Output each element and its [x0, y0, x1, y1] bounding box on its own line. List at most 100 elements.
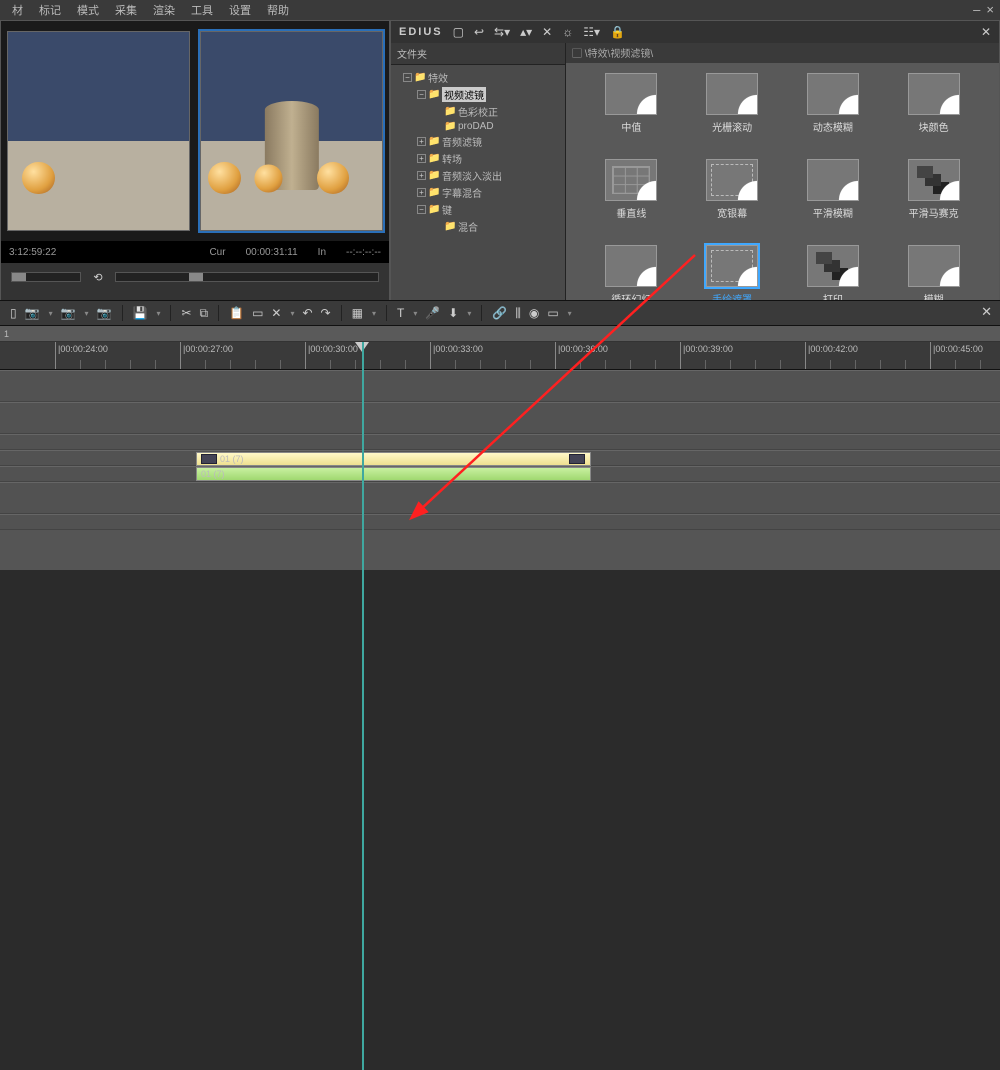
effect-name-label: 动态模糊: [813, 119, 853, 134]
effect-name-label: 中值: [621, 119, 641, 134]
panel-close-icon[interactable]: ✕: [981, 25, 991, 39]
ruler-label: |00:00:33:00: [433, 344, 483, 354]
timecode-bar: 3:12:59:22 Cur 00:00:31:11 In --:--:--:-…: [1, 241, 389, 263]
scrubber-b[interactable]: [115, 272, 379, 282]
mixer-icon[interactable]: ⫼: [515, 306, 521, 321]
timeline-toolbar: ▯ 📷▾ 📷▾ 📷 💾▾ ✂ ⧉ 📋 ▭ ✕▾ ↶ ↷ ▦▾ T▾ 🎤 ⬇▾ 🔗…: [0, 300, 1000, 326]
effect-thumb-icon: [605, 73, 657, 115]
effect-item-4[interactable]: S 垂直线: [584, 159, 679, 239]
menu-marker[interactable]: 标记: [31, 0, 69, 20]
effect-item-0[interactable]: 中值: [584, 73, 679, 153]
close-icon[interactable]: ×: [986, 2, 994, 17]
redo-icon[interactable]: ↷: [321, 306, 331, 320]
back-icon[interactable]: ↩: [474, 25, 484, 39]
effect-name-label: 垂直线: [616, 205, 646, 220]
cursor-label: Cur: [209, 247, 225, 258]
effect-item-7[interactable]: S 平滑马赛克: [886, 159, 981, 239]
cam2-icon[interactable]: 📷: [61, 306, 76, 320]
scope-icon[interactable]: ◉: [529, 306, 539, 320]
split-icon[interactable]: ✕: [271, 306, 281, 320]
render-icon[interactable]: ▦: [352, 306, 363, 320]
tree-subtitle-mix[interactable]: +📁字幕混合: [393, 184, 563, 201]
effect-thumb-icon: [706, 73, 758, 115]
cam1-icon[interactable]: 📷: [25, 306, 40, 320]
effect-item-6[interactable]: Hi 平滑模糊: [786, 159, 881, 239]
voice-icon[interactable]: 🎤: [425, 306, 440, 320]
cut-icon[interactable]: ✂: [181, 306, 191, 320]
save-icon[interactable]: 💾: [133, 306, 148, 320]
new-seq-icon[interactable]: ▯: [10, 306, 17, 320]
sequence-tab-row[interactable]: 1: [0, 326, 1000, 342]
clip-thumb-icon: [201, 454, 217, 464]
effect-item-3[interactable]: 块颜色: [886, 73, 981, 153]
timeline-close-icon[interactable]: ✕: [981, 304, 992, 320]
timeline-ruler[interactable]: |00:00:24:00|00:00:27:00|00:00:30:00|00:…: [0, 342, 1000, 370]
effect-name-label: 块颜色: [919, 119, 949, 134]
sequence-tab-label: 1: [4, 329, 9, 339]
effect-item-2[interactable]: 动态模糊: [786, 73, 881, 153]
ruler-tick: [680, 342, 681, 369]
effect-thumb-icon: S: [706, 245, 758, 287]
menu-render[interactable]: 渲染: [145, 0, 183, 20]
scrubber-a[interactable]: [11, 272, 81, 282]
ruler-tick: [430, 342, 431, 369]
tree-header: 文件夹: [391, 43, 565, 65]
tree-audio-filter[interactable]: +📁音频滤镜: [393, 133, 563, 150]
tree-transition[interactable]: +📁转场: [393, 150, 563, 167]
effect-thumb-icon: S: [807, 245, 859, 287]
link-icon[interactable]: 🔗: [492, 306, 507, 320]
edius-effects-panel: EDIUS ▢ ↩ ⇆▾ ▴▾ ✕ ☼ ☷▾ 🔒 ✕ 文件夹 −📁特效 −📁视频…: [390, 20, 1000, 300]
ruler-label: |00:00:36:00: [558, 344, 608, 354]
effect-thumb-icon: Hi: [807, 159, 859, 201]
minimize-icon[interactable]: –: [973, 2, 980, 17]
cam3-icon[interactable]: 📷: [97, 306, 112, 320]
menu-capture[interactable]: 采集: [107, 0, 145, 20]
tree-effects-root[interactable]: −📁特效: [393, 69, 563, 86]
delete-icon[interactable]: ✕: [542, 25, 552, 39]
effect-thumb-icon: [605, 245, 657, 287]
tree-color-correct[interactable]: 📁色彩校正: [393, 103, 563, 120]
view-icon[interactable]: ☼: [562, 25, 573, 39]
tree-toggle-icon[interactable]: ⇆▾: [494, 25, 510, 39]
preview-thumb-b[interactable]: [200, 31, 383, 231]
lock-icon[interactable]: 🔒: [610, 25, 625, 39]
preview-thumb-a[interactable]: [7, 31, 190, 231]
up-icon[interactable]: ▴▾: [520, 25, 532, 39]
effect-item-5[interactable]: S宽银幕: [685, 159, 780, 239]
paste-icon[interactable]: 📋: [229, 306, 244, 320]
list-icon[interactable]: ☷▾: [583, 25, 600, 39]
effect-item-1[interactable]: 光栅滚动: [685, 73, 780, 153]
video-clip[interactable]: 01 (7): [196, 452, 591, 466]
loop-icon[interactable]: ⟲: [89, 268, 107, 286]
timeline-panel: ▯ 📷▾ 📷▾ 📷 💾▾ ✂ ⧉ 📋 ▭ ✕▾ ↶ ↷ ▦▾ T▾ 🎤 ⬇▾ 🔗…: [0, 300, 1000, 570]
effect-name-label: 平滑马赛克: [909, 205, 959, 220]
effect-name-label: 平滑模糊: [813, 205, 853, 220]
audio-clip[interactable]: 01 (7): [196, 467, 591, 481]
menu-material[interactable]: 材: [4, 0, 31, 20]
new-folder-icon[interactable]: ▢: [453, 25, 464, 39]
title-icon[interactable]: T: [397, 306, 404, 320]
audio-clip-label: 01 (7): [201, 469, 225, 479]
menu-mode[interactable]: 模式: [69, 0, 107, 20]
timeline-tracks[interactable]: 01 (7) 01 (7): [0, 370, 1000, 570]
playhead-line[interactable]: [362, 342, 364, 1070]
ripple-icon[interactable]: ▭: [252, 306, 263, 320]
menu-settings[interactable]: 设置: [221, 0, 259, 20]
tree-audio-fade[interactable]: +📁音频淡入淡出: [393, 167, 563, 184]
ruler-tick: [555, 342, 556, 369]
layout-icon[interactable]: ▭: [547, 306, 558, 320]
effect-thumb-icon: S: [908, 159, 960, 201]
effect-thumb-icon: S: [605, 159, 657, 201]
export-icon[interactable]: ⬇: [448, 306, 458, 320]
clip-end-thumb-icon: [569, 454, 585, 464]
tree-key[interactable]: −📁键: [393, 201, 563, 218]
tree-video-filter[interactable]: −📁视频滤镜: [393, 86, 563, 103]
copy-icon[interactable]: ⧉: [200, 306, 209, 321]
menu-help[interactable]: 帮助: [259, 0, 297, 20]
menu-tools[interactable]: 工具: [183, 0, 221, 20]
undo-icon[interactable]: ↶: [302, 306, 312, 320]
tree-blend[interactable]: 📁混合: [393, 218, 563, 235]
ruler-tick: [805, 342, 806, 369]
main-menu-bar: 材 标记 模式 采集 渲染 工具 设置 帮助 – ×: [0, 0, 1000, 20]
tree-prodad[interactable]: 📁proDAD: [393, 120, 563, 133]
